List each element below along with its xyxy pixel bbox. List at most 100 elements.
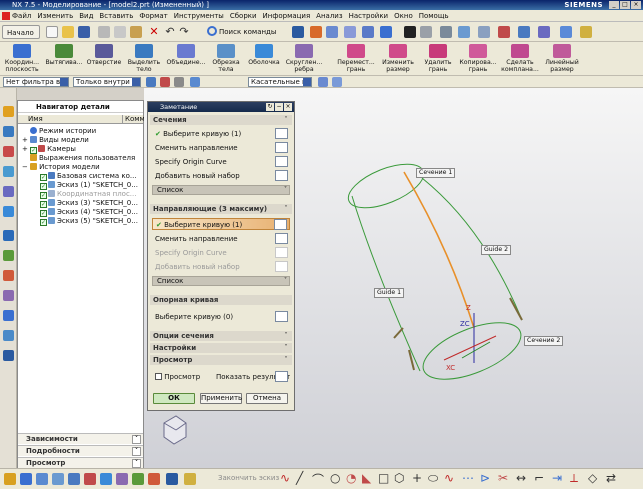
spline-icon[interactable]: ∿: [444, 471, 454, 485]
part-navigator-icon[interactable]: [3, 126, 14, 137]
make-coplanar-button[interactable]: Сделать компланa...: [500, 42, 540, 76]
collapse-icon[interactable]: −: [275, 103, 283, 111]
layer-icon[interactable]: [380, 26, 392, 38]
tree-item-sketch-5[interactable]: ✓ Эскиз (5) "SKETCH_0...: [40, 217, 138, 226]
dimension-icon[interactable]: ⇥: [552, 471, 562, 485]
start-button[interactable]: Начало ▾: [2, 25, 40, 51]
menu-analysis[interactable]: Анализ: [316, 10, 342, 21]
corner-icon[interactable]: ⌐: [534, 471, 544, 485]
trim-icon[interactable]: ✂: [498, 471, 508, 485]
ok-button[interactable]: ОК: [153, 393, 195, 404]
guide-reverse-direction[interactable]: Сменить направление: [152, 233, 290, 245]
stop-at-intersection-icon[interactable]: [318, 77, 328, 87]
system-scenes-icon[interactable]: [3, 330, 14, 341]
orient-sketch-icon[interactable]: [184, 473, 196, 485]
cut-icon[interactable]: [98, 26, 110, 38]
sketch-finish-icon[interactable]: [166, 473, 178, 485]
checkbox-icon[interactable]: ✓: [40, 219, 47, 226]
point-plus-icon[interactable]: +: [412, 471, 422, 485]
arc-icon[interactable]: ⌒: [312, 471, 324, 488]
move-face-button[interactable]: Перемест... грань: [336, 42, 376, 76]
process-studio-icon[interactable]: [3, 270, 14, 281]
menu-window[interactable]: Окно: [394, 10, 413, 21]
menu-file[interactable]: Файл: [12, 10, 31, 21]
maximize-icon[interactable]: □: [620, 1, 630, 9]
settings-header[interactable]: Настройки ˅: [150, 343, 292, 353]
guide-curve-1[interactable]: [351, 195, 421, 372]
reuse-library-icon[interactable]: [3, 166, 14, 177]
section-list-toggle[interactable]: Список ˅: [152, 185, 290, 195]
tree-item-datum-csys[interactable]: ✓ Базовая система ко...: [40, 172, 137, 181]
menu-tools[interactable]: Инструменты: [174, 10, 224, 21]
color-box-icon[interactable]: [404, 26, 416, 38]
system-materials-icon[interactable]: [3, 250, 14, 261]
point-on-surface-icon[interactable]: [148, 473, 160, 485]
checkbox-icon[interactable]: ✓: [40, 192, 47, 199]
intersection-icon[interactable]: [84, 473, 96, 485]
scope-filter-dropdown[interactable]: Только внутри рабо: [73, 77, 141, 87]
wcs-icon[interactable]: [440, 26, 452, 38]
reverse-direction-icon[interactable]: [275, 233, 288, 244]
resize-button[interactable]: Изменить размер: [378, 42, 418, 76]
extrude-button[interactable]: Вытягива...: [44, 42, 84, 76]
history-icon[interactable]: [3, 206, 14, 217]
accordion-details[interactable]: Подробности ˅: [18, 445, 143, 456]
view-cube-icon[interactable]: [292, 26, 304, 38]
preview-header[interactable]: Просмотр ˄: [150, 355, 292, 365]
select-curve-icon[interactable]: [275, 128, 288, 139]
section-add-set[interactable]: Добавить новый набор: [152, 170, 290, 182]
copy-icon[interactable]: [114, 26, 126, 38]
tree-item-user-expressions[interactable]: Выражения пользователя: [30, 154, 135, 163]
delete-face-button[interactable]: Удалить грань: [420, 42, 456, 76]
orient-view-icon[interactable]: [362, 26, 374, 38]
web-browser-icon[interactable]: [3, 186, 14, 197]
polygon-icon[interactable]: ⬡: [394, 471, 404, 485]
endpoint-icon[interactable]: [36, 473, 48, 485]
origin-curve-icon[interactable]: [275, 156, 288, 167]
rectangle-icon[interactable]: □: [378, 471, 389, 485]
clock-icon[interactable]: [3, 230, 14, 241]
tree-item-cameras[interactable]: + ✓ Камеры: [22, 145, 76, 154]
analysis-icon[interactable]: [498, 26, 510, 38]
guide-select-curve[interactable]: ✔ Выберите кривую (1): [152, 218, 290, 230]
tree-item-history-mode[interactable]: Режим истории: [30, 127, 96, 136]
redo-icon[interactable]: ↷: [178, 26, 190, 38]
select-curve-icon[interactable]: [274, 219, 287, 230]
midpoint-icon[interactable]: [52, 473, 64, 485]
snap-point-icon[interactable]: [4, 473, 16, 485]
profile-icon[interactable]: ∿: [280, 471, 290, 485]
sections-group-header[interactable]: Сечения ˄: [150, 115, 292, 125]
checkbox-icon[interactable]: ✓: [40, 201, 47, 208]
save-icon[interactable]: [78, 26, 90, 38]
type-filter-dropdown[interactable]: Нет фильтра выбо: [3, 77, 69, 87]
shell-button[interactable]: Оболочка: [246, 42, 282, 76]
hole-button[interactable]: Отверстие: [86, 42, 122, 76]
menu-format[interactable]: Формат: [139, 10, 167, 21]
snap-icon[interactable]: [478, 26, 490, 38]
show-constraints-icon[interactable]: ◇: [588, 471, 597, 485]
tree-item-model-views[interactable]: + Виды модели: [22, 136, 89, 145]
command-search-button[interactable]: Поиск команды: [205, 26, 285, 38]
roles-icon[interactable]: [3, 310, 14, 321]
checkbox-icon[interactable]: ✓: [40, 183, 47, 190]
column-comment[interactable]: Комм: [122, 115, 145, 124]
assembly-icon[interactable]: [580, 26, 592, 38]
menu-help[interactable]: Помощь: [419, 10, 449, 21]
guides-group-header[interactable]: Направляющие (3 максиму) ˄: [150, 204, 292, 214]
menu-view[interactable]: Вид: [79, 10, 93, 21]
menu-insert[interactable]: Вставить: [99, 10, 133, 21]
reset-icon[interactable]: ↻: [266, 103, 274, 111]
tree-item-sketch-1[interactable]: ✓ Эскиз (1) "SKETCH_0...: [40, 181, 138, 190]
spine-select-curve[interactable]: Выберите кривую (0): [152, 310, 290, 324]
curve-rule-dropdown[interactable]: Касательные кривые: [248, 77, 312, 87]
sketch-icon[interactable]: [560, 26, 572, 38]
linear-dimension-button[interactable]: Линейный размер: [542, 42, 582, 76]
spine-group-header[interactable]: Опорная кривая: [150, 295, 292, 305]
tree-item-datum-plane[interactable]: ✓ Координатная плос...: [40, 190, 136, 199]
follow-fillet-icon[interactable]: [332, 77, 342, 87]
point-on-curve-icon[interactable]: [132, 473, 144, 485]
menu-assemblies[interactable]: Сборки: [230, 10, 257, 21]
guide-curve-2[interactable]: [403, 171, 475, 329]
close-icon[interactable]: ×: [631, 1, 641, 9]
unite-button[interactable]: Объедине...: [166, 42, 206, 76]
